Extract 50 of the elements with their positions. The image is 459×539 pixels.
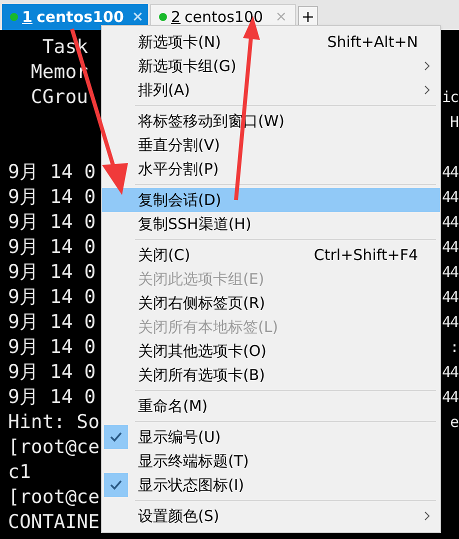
terminal-line: 44 <box>442 262 459 283</box>
menu-item[interactable]: 重命名(M) <box>102 394 440 418</box>
menu-item[interactable]: 排列(A) <box>102 78 440 102</box>
terminal-line: Hint: So <box>8 410 100 435</box>
terminal-line: CONTAINE <box>8 510 100 535</box>
terminal-line: c1 <box>8 460 31 485</box>
terminal-line: [root@ce <box>8 435 100 460</box>
menu-item[interactable]: 关闭其他选项卡(O) <box>102 339 440 363</box>
terminal-line: 9月 14 0 <box>8 385 96 410</box>
tab-title: centos100 <box>36 6 124 28</box>
terminal-line: ic <box>442 87 459 108</box>
menu-item[interactable]: 显示编号(U) <box>102 425 440 449</box>
menu-item[interactable]: 新选项卡(N) Shift+Alt+N <box>102 30 440 54</box>
terminal-line: 9月 14 0 <box>8 210 96 235</box>
menu-item[interactable]: 设置颜色(S) <box>102 504 440 528</box>
terminal-line: 44 <box>442 387 459 408</box>
terminal-line: H <box>450 112 459 133</box>
terminal-line: 44 <box>442 237 459 258</box>
terminal-line: 9月 14 0 <box>8 260 96 285</box>
terminal-line: 44 <box>442 162 459 183</box>
menu-item[interactable]: 关闭(C) Ctrl+Shift+F4 <box>102 243 440 267</box>
menu-item[interactable]: 关闭所有选项卡(B) <box>102 363 440 387</box>
terminal-line: e <box>450 412 459 433</box>
menu-item[interactable]: 显示终端标题(T) <box>102 449 440 473</box>
terminal-line: 44 <box>442 187 459 208</box>
terminal-line: 9月 14 0 <box>8 160 96 185</box>
menu-item[interactable]: 关闭右侧标签页(R) <box>102 291 440 315</box>
terminal-line: 44 <box>442 362 459 383</box>
terminal-line: 9月 14 0 <box>8 310 96 335</box>
menu-item[interactable]: 水平分割(P) <box>102 157 440 181</box>
terminal-line: 44 <box>442 312 459 333</box>
terminal-line: 9月 14 0 <box>8 360 96 385</box>
terminal-line: : <box>450 337 459 358</box>
menu-item[interactable]: 新选项卡组(G) <box>102 54 440 78</box>
terminal-line: 9月 14 0 <box>8 285 96 310</box>
terminal-line: 44 <box>442 212 459 233</box>
menu-item[interactable]: 复制会话(D) <box>102 188 440 212</box>
terminal-line: 9月 14 0 <box>8 335 96 360</box>
terminal-line: [root@ce <box>8 485 100 510</box>
tab-number: 1 <box>22 6 32 28</box>
menu-item[interactable]: 复制SSH渠道(H) <box>102 212 440 236</box>
terminal-line: 9月 14 0 <box>8 235 96 260</box>
terminal-line: 9月 14 0 <box>8 185 96 210</box>
tab-title: centos100 <box>184 6 264 28</box>
tab-number: 2 <box>171 6 181 28</box>
terminal-line: CGrou <box>30 85 88 110</box>
terminal-line: 44 <box>442 287 459 308</box>
menu-item[interactable]: 垂直分割(V) <box>102 133 440 157</box>
tab[interactable]: 1 centos100 × <box>2 4 148 30</box>
menu-item[interactable]: 显示状态图标(I) <box>102 473 440 497</box>
